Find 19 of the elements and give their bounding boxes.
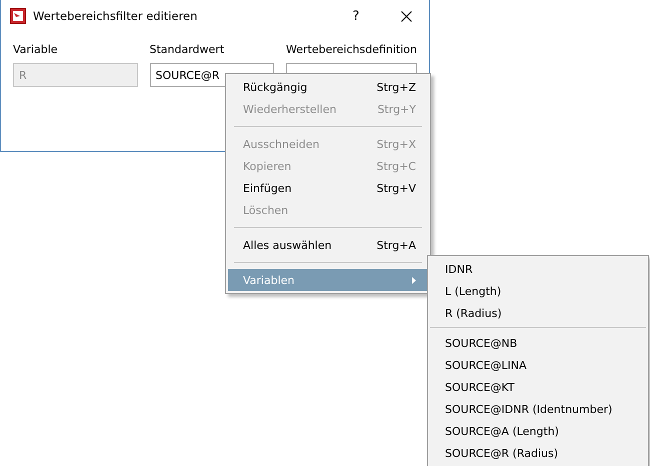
field-label: Wertebereichsdefinition: [286, 43, 417, 56]
menu-item[interactable]: SOURCE@KT: [430, 376, 646, 398]
submenu-arrow-icon: [412, 276, 416, 284]
menu-item[interactable]: SOURCE@LINA: [430, 354, 646, 376]
menu-item[interactable]: SOURCE@IDNR (Identnumber): [430, 398, 646, 420]
menu-item[interactable]: L (Length): [430, 280, 646, 302]
menu-item[interactable]: SOURCE@NB: [430, 332, 646, 354]
field-label: Standardwert: [150, 43, 226, 56]
menu-item[interactable]: SOURCE@A (Length): [430, 420, 646, 442]
menu-item[interactable]: IDNR: [430, 258, 646, 280]
menu-item[interactable]: R (Radius): [430, 302, 646, 324]
menu-item[interactable]: Alles auswählen Strg+A: [228, 234, 428, 256]
close-icon: [400, 10, 412, 22]
field-label: Variable: [13, 43, 59, 56]
menu-item[interactable]: Einfügen Strg+V: [228, 177, 428, 199]
menu-item[interactable]: SOURCE@R (Radius): [430, 442, 646, 464]
help-button[interactable]: ?: [336, 1, 376, 31]
app-icon: [10, 8, 26, 24]
window-title: Wertebereichsfilter editieren: [33, 9, 198, 23]
